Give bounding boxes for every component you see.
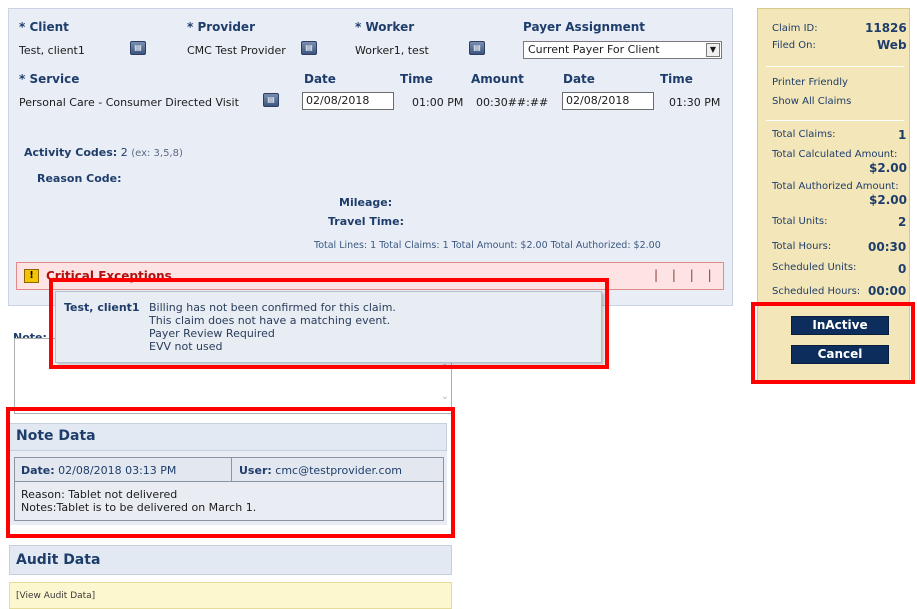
activity-codes: Activity Codes: 2 (ex: 3,5,8) [24,146,183,159]
sched-hours-value: 00:00 [868,284,907,298]
payer-select-value: Current Payer For Client [528,43,660,56]
worker-lookup-icon[interactable]: ▤ [469,41,485,55]
amount-value[interactable]: 00:30##:## [476,96,548,109]
provider-value: CMC Test Provider [187,44,286,57]
date-header: Date [304,72,336,86]
note-data-highlight-frame [6,407,455,538]
service-value: Personal Care - Consumer Directed Visit [19,96,239,109]
activity-hint: (ex: 3,5,8) [131,148,183,159]
client-header: * Client [19,20,69,34]
reason-code-label: Reason Code: [37,172,122,185]
auth-amount-value: $2.00 [869,193,907,207]
sched-units-value: 0 [898,262,907,276]
sched-units-label: Scheduled Units: [772,262,857,273]
calc-amount-label: Total Calculated Amount: [772,149,898,160]
date2-header: Date [563,72,595,86]
view-audit-data-link[interactable]: [View Audit Data] [16,591,95,601]
payer-select[interactable]: Current Payer For Client ▼ [523,41,722,59]
total-units-value: 2 [898,215,907,229]
audit-data-title: Audit Data [9,545,452,575]
total-hours-label: Total Hours: [772,241,832,252]
mileage-label: Mileage: [339,196,393,209]
end-time[interactable]: 01:30 PM [669,96,720,109]
activity-label: Activity Codes: [24,146,118,159]
total-claims-value: 1 [898,128,907,142]
start-time[interactable]: 01:00 PM [412,96,463,109]
worker-header: * Worker [355,20,415,34]
end-date-input[interactable]: 02/08/2018 [562,92,654,110]
inactive-button[interactable]: InActive [791,316,889,335]
show-all-claims-link[interactable]: Show All Claims [772,96,851,107]
amount-header: Amount [471,72,524,86]
printer-friendly-link[interactable]: Printer Friendly [772,77,848,88]
sched-hours-label: Scheduled Hours: [772,286,861,297]
total-hours-value: 00:30 [868,240,907,254]
totals-line: Total Lines: 1 Total Claims: 1 Total Amo… [314,240,661,251]
warning-icon: ! [24,269,39,283]
total-units-label: Total Units: [772,216,828,227]
time-header: Time [400,72,433,86]
audit-data-row: [View Audit Data] [9,582,452,609]
chevron-down-icon[interactable]: ▼ [706,43,720,57]
filed-on-value: Web [877,38,907,52]
client-value: Test, client1 [19,44,85,57]
provider-header: * Provider [187,20,255,34]
service-header: * Service [19,72,80,86]
total-claims-label: Total Claims: [772,129,836,140]
summary-divider [766,66,904,67]
client-lookup-icon[interactable]: ▤ [130,41,146,55]
cancel-button[interactable]: Cancel [791,345,889,364]
tooltip-highlight-frame [49,278,609,369]
provider-lookup-icon[interactable]: ▤ [301,41,317,55]
start-date-input[interactable]: 02/08/2018 [302,92,394,110]
activity-value[interactable]: 2 [121,146,128,159]
claim-id-value: 11826 [865,21,907,35]
filed-on-label: Filed On: [772,40,816,51]
claim-id-label: Claim ID: [772,23,818,34]
service-lookup-icon[interactable]: ▤ [263,93,279,107]
time2-header: Time [660,72,693,86]
buttons-highlight-frame [751,302,915,384]
auth-amount-label: Total Authorized Amount: [772,181,899,192]
exception-indicators: | | | | [654,268,717,282]
travel-time-label: Travel Time: [328,215,404,228]
calc-amount-value: $2.00 [869,161,907,175]
payer-header: Payer Assignment [523,20,645,34]
summary-divider [766,120,904,121]
worker-value: Worker1, test [355,44,429,57]
scroll-down-icon[interactable]: ⌄ [441,391,449,402]
